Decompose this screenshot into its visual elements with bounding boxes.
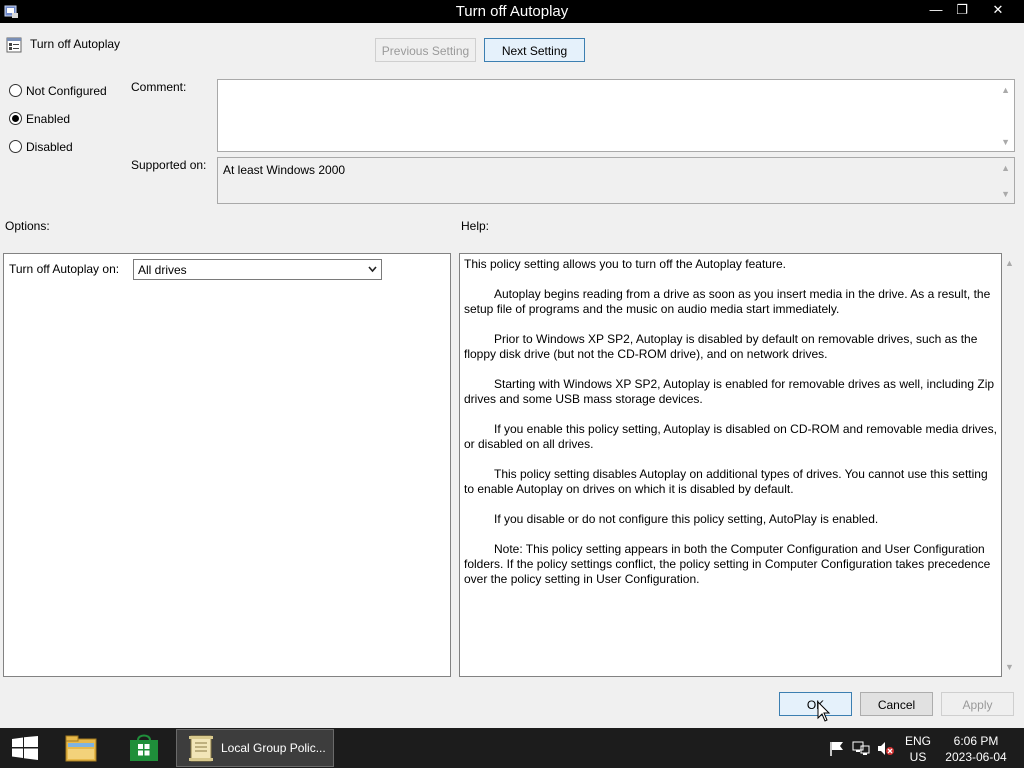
language-code[interactable]: ENG: [900, 734, 936, 748]
apply-button[interactable]: Apply: [941, 692, 1014, 716]
network-icon[interactable]: [852, 741, 870, 756]
help-label: Help:: [461, 219, 490, 233]
supported-on-field: At least Windows 2000 ▲ ▼: [217, 157, 1015, 204]
clock-time[interactable]: 6:06 PM: [940, 734, 1012, 748]
enabled-label[interactable]: Enabled: [26, 112, 70, 126]
not-configured-label[interactable]: Not Configured: [26, 84, 107, 98]
close-button[interactable]: ✕: [983, 0, 1013, 20]
help-paragraph: Autoplay begins reading from a drive as …: [464, 287, 991, 316]
help-paragraph: This policy setting disables Autoplay on…: [464, 467, 988, 496]
clock-date[interactable]: 2023-06-04: [940, 750, 1012, 764]
store-icon[interactable]: [129, 734, 159, 762]
comment-label: Comment:: [131, 80, 187, 94]
previous-setting-button[interactable]: Previous Setting: [375, 38, 476, 62]
supported-on-label: Supported on:: [131, 158, 207, 172]
comment-field[interactable]: ▲ ▼: [217, 79, 1015, 152]
autoplay-drives-label: Turn off Autoplay on:: [9, 262, 120, 276]
taskbar-task-local-group-policy[interactable]: Local Group Polic...: [176, 729, 334, 767]
region-code[interactable]: US: [900, 750, 936, 764]
help-paragraph: Prior to Windows XP SP2, Autoplay is dis…: [464, 332, 978, 361]
policy-name: Turn off Autoplay: [30, 37, 121, 51]
scroll-up-icon[interactable]: ▲: [1001, 163, 1010, 173]
policy-setting-icon: [6, 37, 22, 53]
cancel-button[interactable]: Cancel: [860, 692, 933, 716]
radio-enabled[interactable]: [9, 112, 22, 125]
help-paragraph: Starting with Windows XP SP2, Autoplay i…: [464, 377, 995, 406]
windows-start-icon[interactable]: [11, 736, 39, 760]
help-panel: This policy setting allows you to turn o…: [459, 253, 1002, 677]
window-title: Turn off Autoplay: [455, 3, 569, 20]
taskbar-task-label: Local Group Polic...: [221, 741, 326, 755]
volume-muted-icon[interactable]: [877, 741, 895, 756]
ok-button[interactable]: OK: [779, 692, 852, 716]
radio-disabled[interactable]: [9, 140, 22, 153]
help-paragraph: This policy setting allows you to turn o…: [464, 257, 786, 271]
disabled-label[interactable]: Disabled: [26, 140, 73, 154]
scroll-down-icon[interactable]: ▼: [1001, 189, 1010, 199]
options-panel: Turn off Autoplay on: All drives: [3, 253, 451, 677]
file-explorer-icon[interactable]: [64, 733, 98, 763]
policy-editor-icon: [189, 735, 213, 762]
action-center-flag-icon[interactable]: [829, 741, 845, 756]
autoplay-drives-select[interactable]: All drives: [133, 259, 382, 280]
chevron-down-icon: [368, 266, 377, 273]
scroll-up-icon[interactable]: ▲: [1001, 85, 1010, 95]
comment-value: [218, 80, 1014, 86]
scroll-down-icon[interactable]: ▼: [1005, 662, 1014, 672]
help-paragraph: If you disable or do not configure this …: [494, 512, 879, 526]
taskbar: Local Group Polic... ENG US 6:06 PM 2023…: [0, 728, 1024, 768]
title-bar: Turn off Autoplay — ❐ ✕: [0, 0, 1024, 23]
scroll-down-icon[interactable]: ▼: [1001, 137, 1010, 147]
next-setting-button[interactable]: Next Setting: [484, 38, 585, 62]
options-label: Options:: [5, 219, 50, 233]
autoplay-drives-value: All drives: [138, 263, 187, 277]
radio-not-configured[interactable]: [9, 84, 22, 97]
supported-on-value: At least Windows 2000: [223, 163, 346, 177]
scroll-up-icon[interactable]: ▲: [1005, 258, 1014, 268]
help-paragraph: If you enable this policy setting, Autop…: [464, 422, 997, 451]
help-paragraph: Note: This policy setting appears in bot…: [464, 542, 991, 586]
mouse-cursor-icon: [817, 701, 831, 722]
restore-button[interactable]: ❐: [947, 0, 977, 20]
